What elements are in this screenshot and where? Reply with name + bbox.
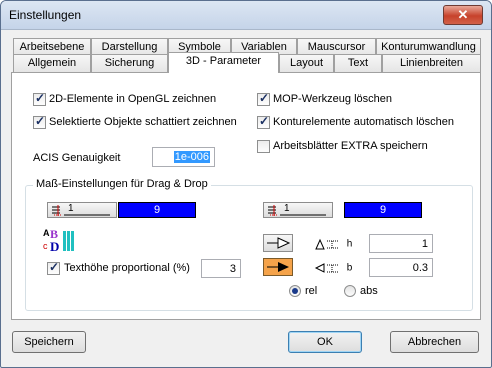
acis-label: ACIS Genauigkeit [33,152,121,164]
acis-value: 1e-006 [173,151,210,163]
height-symbol-icon [315,238,338,250]
tab-sicherung[interactable]: Sicherung [91,54,168,72]
tab-layout[interactable]: Layout [279,54,334,72]
font-style-icon: A B c D [43,227,74,254]
window-title: Einstellungen [9,8,82,22]
tab-linienbreiten[interactable]: Linienbreiten [382,54,481,72]
b-label: b [314,262,352,274]
dim-style-button-right[interactable]: 1 [263,202,333,218]
mop-delete-label: MOP-Werkzeug löschen [273,93,393,105]
color-field-left[interactable]: 9 [118,202,196,218]
h-label: h [314,238,352,250]
svg-text:A: A [43,228,50,238]
cancel-button[interactable]: Abbrechen [390,331,479,353]
close-icon: ✕ [457,7,469,22]
tab-3d-parameter[interactable]: 3D - Parameter [168,52,279,73]
text-height-label: Texthöhe proportional (%) [64,262,190,274]
dim-value-right: 1 [284,203,290,214]
opengl-2d-label: 2D-Elemente in OpenGL zeichnen [49,93,217,105]
shaded-selection-label: Selektierte Objekte schattiert zeichnen [49,116,237,128]
close-button[interactable]: ✕ [443,5,483,25]
dimension-icon [52,205,110,216]
rel-radio[interactable] [289,285,301,297]
text-height-input[interactable]: 3 [201,259,241,278]
svg-text:c: c [43,241,48,251]
acis-accuracy-input[interactable]: 1e-006 [152,147,215,167]
h-value: 1 [421,238,428,250]
opengl-2d-checkbox[interactable] [33,91,46,106]
mop-delete-checkbox[interactable] [257,91,270,106]
contour-delete-checkbox[interactable] [257,114,270,129]
text-height-value: 3 [229,263,236,275]
settings-dialog: Einstellungen ✕ Arbeitsebene Darstellung… [0,0,492,368]
b-input[interactable]: 0.3 [369,258,433,277]
arrow-open-button[interactable] [263,234,293,252]
title-bar: Einstellungen ✕ [1,1,491,30]
b-label-text: b [346,262,353,274]
contour-delete-label: Konturelemente automatisch löschen [273,116,454,128]
h-label-text: h [346,238,353,250]
tab-row-bottom: Allgemein Sicherung 3D - Parameter Layou… [13,52,483,73]
dim-group-title: Maß-Einstellungen für Drag & Drop [33,178,211,190]
extra-save-checkbox[interactable] [257,140,270,153]
text-height-checkbox[interactable] [47,260,60,275]
color-value-left: 9 [153,204,161,216]
text-style-button[interactable]: A B c D [41,225,77,255]
abs-label: abs [360,285,378,297]
shaded-selection-checkbox[interactable] [33,114,46,129]
save-button[interactable]: Speichern [12,331,86,353]
tab-text[interactable]: Text [334,54,382,72]
svg-text:D: D [50,239,59,254]
arrow-open-icon [267,237,291,249]
dim-style-button-left[interactable]: 1 [47,202,117,218]
width-symbol-icon [314,263,338,273]
color-field-right[interactable]: 9 [344,202,422,218]
arrow-filled-button[interactable] [263,258,293,276]
extra-save-label: Arbeitsblätter EXTRA speichern [273,140,428,152]
arrow-filled-icon [267,262,289,272]
dim-value-left: 1 [68,203,74,214]
dimension-icon [268,205,326,216]
rel-label: rel [305,285,318,297]
abs-radio[interactable] [344,285,356,297]
tab-allgemein[interactable]: Allgemein [13,54,91,72]
h-input[interactable]: 1 [369,234,433,253]
ok-button[interactable]: OK [288,331,362,353]
b-value: 0.3 [412,262,428,274]
color-value-right: 9 [379,204,387,216]
